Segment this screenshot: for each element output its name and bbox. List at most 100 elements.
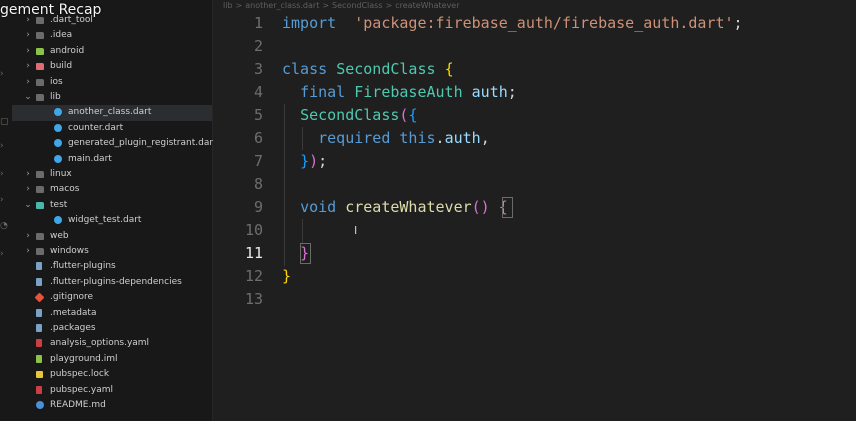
search-glyph-icon[interactable]: ▢ xyxy=(0,118,9,127)
folder-icon xyxy=(36,171,44,178)
chevron-right-icon[interactable]: › xyxy=(24,229,32,244)
scm-glyph-icon[interactable]: › xyxy=(0,142,6,151)
breadcrumb-item[interactable]: SecondClass xyxy=(332,1,383,10)
chevron-right-icon[interactable]: › xyxy=(24,44,32,59)
chevron-right-icon[interactable]: › xyxy=(24,75,32,90)
code-text: } xyxy=(282,267,292,285)
explorer-file[interactable]: widget_test.dart xyxy=(12,213,212,228)
explorer-panel: › .dart_tool › .idea › android › build › ios ⌄ lib a… xyxy=(12,0,217,421)
debug-glyph-icon[interactable]: › xyxy=(0,196,6,205)
explorer-file[interactable]: another_class.dart xyxy=(12,105,212,121)
explorer-folder[interactable]: › ios xyxy=(12,75,212,90)
code-line[interactable]: 9 void createWhatever() { xyxy=(213,196,856,219)
code-line[interactable]: 4 final FirebaseAuth auth; xyxy=(213,81,856,104)
explorer-folder[interactable]: › macos xyxy=(12,182,212,197)
explorer-item-label: README.md xyxy=(50,400,106,410)
yaml-file-icon xyxy=(36,385,42,394)
explorer-folder[interactable]: › linux xyxy=(12,167,212,182)
settings-glyph-icon[interactable]: › xyxy=(0,250,6,259)
code-line[interactable]: 8 xyxy=(213,173,856,196)
explorer-file[interactable]: counter.dart xyxy=(12,121,212,136)
bracket-match-open xyxy=(502,197,513,218)
code-line[interactable]: 7 }); xyxy=(213,150,856,173)
explorer-item-label: widget_test.dart xyxy=(68,215,142,226)
explorer-folder[interactable]: › build xyxy=(12,59,212,74)
explorer-file[interactable]: main.dart xyxy=(12,152,212,167)
explorer-item-label: pubspec.yaml xyxy=(50,384,113,395)
explorer-item-label: analysis_options.yaml xyxy=(50,338,150,349)
code-line[interactable]: 6 required this.auth, xyxy=(213,127,856,150)
video-title-overlay: gement Recap xyxy=(0,2,102,18)
file-icon xyxy=(36,324,42,332)
line-number: 5 xyxy=(253,106,263,124)
code-text: class SecondClass { xyxy=(282,60,454,78)
code-line[interactable]: 5 SecondClass({ xyxy=(213,104,856,127)
extension-glyph-icon[interactable]: › xyxy=(0,70,6,79)
explorer-file[interactable]: .gitignore xyxy=(12,290,212,305)
code-line[interactable]: 1 import 'package:firebase_auth/firebase_… xyxy=(213,12,856,35)
chevron-down-icon[interactable]: ⌄ xyxy=(24,198,32,213)
indent-guide xyxy=(302,219,303,244)
account-glyph-icon[interactable]: ◔ xyxy=(0,222,8,231)
code-line[interactable]: 2 xyxy=(213,35,856,58)
folder-icon xyxy=(36,186,44,194)
explorer-item-label: .gitignore xyxy=(50,292,94,303)
line-number: 8 xyxy=(253,175,263,193)
code-text: void createWhatever() { xyxy=(300,198,508,216)
explorer-item-label: generated_plugin_registrant.dart xyxy=(68,138,217,149)
run-glyph-icon[interactable]: › xyxy=(0,170,6,179)
file-icon xyxy=(36,277,42,286)
explorer-item-label: pubspec.lock xyxy=(50,369,110,380)
folder-icon xyxy=(36,94,44,101)
breadcrumb-item[interactable]: another_class.dart xyxy=(245,1,319,10)
build-folder-icon xyxy=(36,63,44,71)
explorer-file[interactable]: README.md xyxy=(12,398,212,413)
chevron-right-icon[interactable]: › xyxy=(24,244,32,259)
chevron-right-icon[interactable]: › xyxy=(24,167,32,182)
explorer-item-label: playground.iml xyxy=(50,353,118,364)
explorer-folder[interactable]: › .idea xyxy=(12,28,212,43)
explorer-file[interactable]: pubspec.lock xyxy=(12,367,212,382)
explorer-file[interactable]: .packages xyxy=(12,321,212,336)
explorer-file[interactable]: generated_plugin_registrant.dart xyxy=(12,136,217,151)
yaml-file-icon xyxy=(36,339,42,348)
breadcrumb-item[interactable]: createWhatever xyxy=(395,1,459,10)
explorer-file[interactable]: .metadata xyxy=(12,306,212,321)
chevron-right-icon[interactable]: › xyxy=(24,59,32,74)
explorer-item-label: .metadata xyxy=(50,307,97,318)
explorer-file[interactable]: analysis_options.yaml xyxy=(12,336,212,351)
code-line[interactable]: 13 xyxy=(213,288,856,311)
code-editor[interactable]: lib > another_class.dart > SecondClass > creat… xyxy=(213,0,856,421)
file-icon xyxy=(36,308,42,317)
explorer-item-label: web xyxy=(50,230,69,241)
code-text: final FirebaseAuth auth; xyxy=(300,83,517,101)
breadcrumb-item[interactable]: lib xyxy=(223,1,233,10)
explorer-file[interactable]: .flutter-plugins-dependencies xyxy=(12,275,212,290)
code-line[interactable]: 12} xyxy=(213,265,856,288)
explorer-folder[interactable]: ⌄ lib xyxy=(12,90,212,105)
line-number: 4 xyxy=(253,83,263,101)
explorer-file[interactable]: pubspec.yaml xyxy=(12,383,212,398)
line-number: 12 xyxy=(244,267,263,285)
indent-guide xyxy=(302,127,303,150)
dart-file-icon xyxy=(54,216,62,225)
explorer-item-label: another_class.dart xyxy=(68,107,152,118)
chevron-down-icon[interactable]: ⌄ xyxy=(24,90,32,105)
explorer-file[interactable]: .flutter-plugins xyxy=(12,259,212,274)
chevron-right-icon[interactable]: › xyxy=(24,182,32,197)
explorer-item-label: build xyxy=(50,61,73,72)
explorer-file[interactable]: playground.iml xyxy=(12,352,212,367)
explorer-folder[interactable]: ⌄ test xyxy=(12,198,212,213)
explorer-folder[interactable]: › web xyxy=(12,229,212,244)
folder-icon xyxy=(36,32,44,40)
line-number: 13 xyxy=(244,290,263,308)
explorer-item-label: .flutter-plugins xyxy=(50,261,116,272)
chevron-right-icon[interactable]: › xyxy=(24,28,32,43)
file-icon xyxy=(36,262,42,271)
explorer-folder[interactable]: › android xyxy=(12,44,212,59)
code-line[interactable]: 10 xyxy=(213,219,856,242)
explorer-folder[interactable]: › windows xyxy=(12,244,212,259)
text-cursor-icon: I xyxy=(354,224,358,237)
code-line[interactable]: 3 class SecondClass { xyxy=(213,58,856,81)
line-number: 9 xyxy=(253,198,263,216)
